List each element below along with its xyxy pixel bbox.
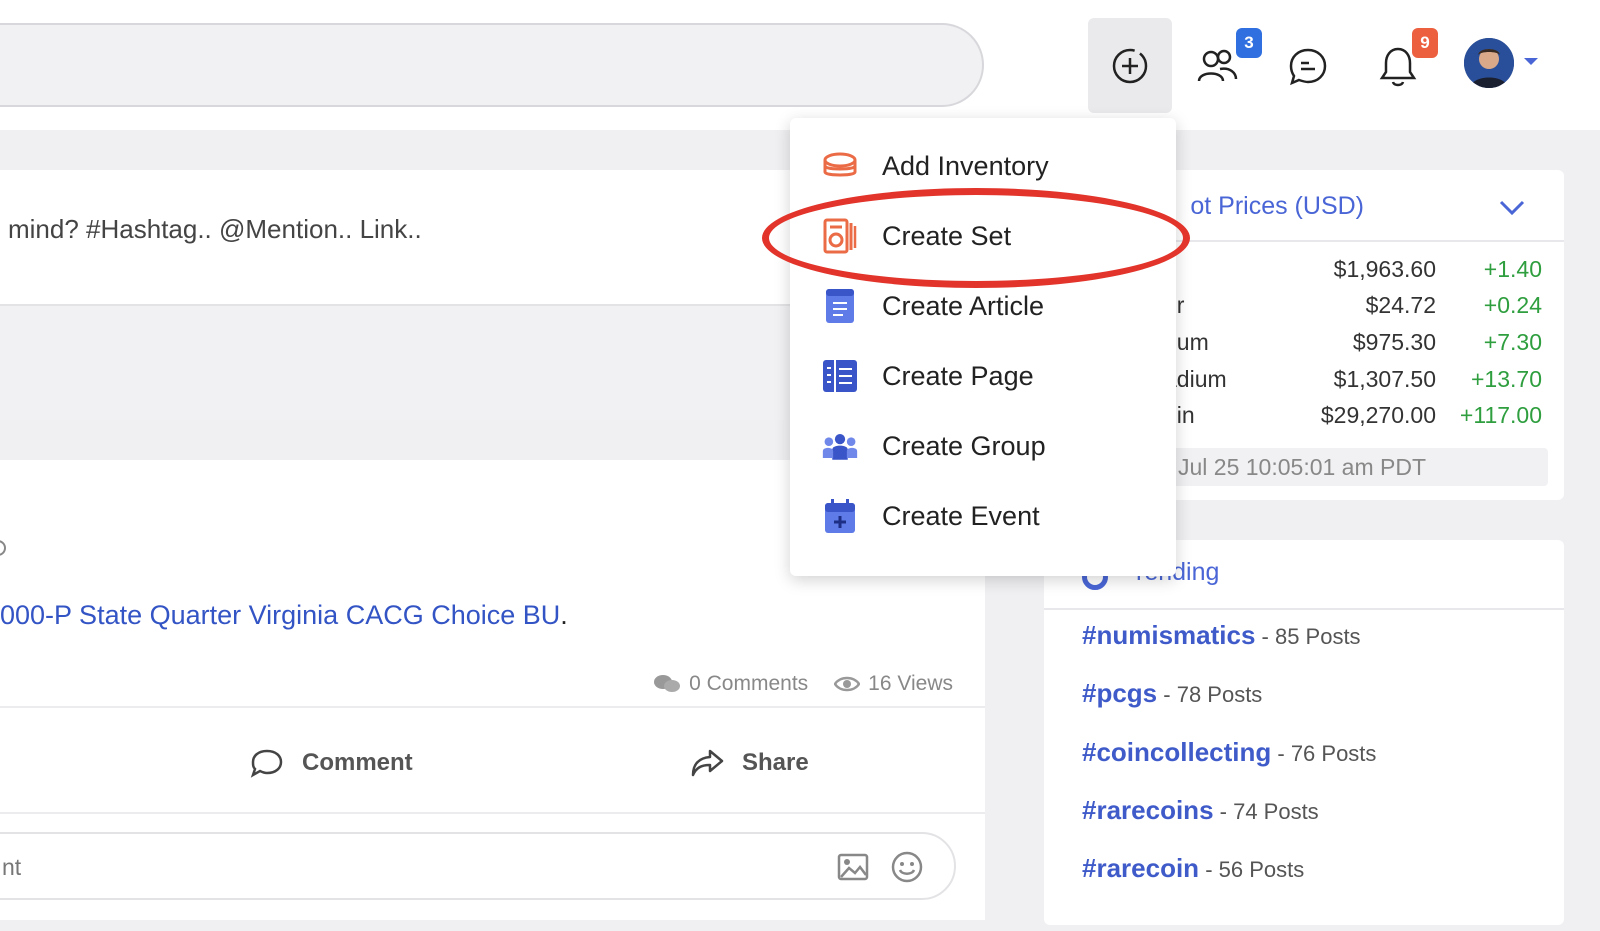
comments-count[interactable]: 0 Comments xyxy=(653,672,808,696)
calendar-plus-icon xyxy=(822,498,858,534)
divider xyxy=(0,812,985,814)
menu-item-create-group[interactable]: Create Group xyxy=(790,416,1176,476)
menu-item-label: Create Article xyxy=(882,290,1045,321)
page-icon xyxy=(822,358,858,394)
comment-input[interactable]: nt xyxy=(0,832,956,900)
menu-item-label: Create Group xyxy=(882,430,1046,461)
menu-item-label: Create Event xyxy=(882,500,1040,531)
comment-input-placeholder: nt xyxy=(2,854,22,880)
globe-icon xyxy=(0,540,6,556)
avatar[interactable] xyxy=(1464,38,1514,88)
set-icon xyxy=(822,218,858,254)
metal-price: $1,963.60 xyxy=(1333,256,1436,282)
hashtag-link[interactable]: #numismatics xyxy=(1082,620,1255,650)
metal-change: +1.40 xyxy=(1483,256,1542,282)
hashtag-link[interactable]: #rarecoin xyxy=(1082,853,1199,883)
last-updated: Jul 25 10:05:01 am PDT xyxy=(1164,448,1548,486)
post-link-suffix: . xyxy=(560,600,568,630)
metal-change: +117.00 xyxy=(1459,402,1542,428)
metal-change: +13.70 xyxy=(1471,366,1542,392)
hashtag-link[interactable]: #coincollecting xyxy=(1082,737,1271,767)
post-link-line: 000-P State Quarter Virginia CACG Choice… xyxy=(0,600,568,631)
metal-price: $24.72 xyxy=(1365,292,1436,318)
trending-item: #rarecoin - 56 Posts xyxy=(1082,853,1304,884)
divider xyxy=(1044,608,1564,610)
search-input[interactable] xyxy=(0,23,984,107)
trending-item: #numismatics - 85 Posts xyxy=(1082,620,1361,651)
metal-price: $1,307.50 xyxy=(1333,366,1436,392)
metal-change: +7.30 xyxy=(1483,329,1542,355)
emoji-icon[interactable] xyxy=(890,850,924,884)
hashtag-link[interactable]: #pcgs xyxy=(1082,678,1157,708)
menu-item-create-event[interactable]: Create Event xyxy=(790,486,1176,546)
article-icon xyxy=(822,288,858,324)
comments-count-text: 0 Comments xyxy=(689,672,809,695)
chevron-down-icon[interactable] xyxy=(1524,58,1538,65)
chat-icon xyxy=(1289,48,1327,86)
create-button[interactable] xyxy=(1088,18,1172,113)
comments-icon xyxy=(654,675,681,692)
chevron-down-icon[interactable] xyxy=(1498,198,1526,218)
messages-button[interactable] xyxy=(1286,46,1330,88)
comment-icon xyxy=(250,749,283,778)
hashtag-count: - 56 Posts xyxy=(1199,857,1305,882)
user-avatar-icon xyxy=(1464,38,1514,88)
menu-item-label: Add Inventory xyxy=(882,150,1049,181)
metal-price: $975.30 xyxy=(1352,329,1436,355)
views-count: 16 Views xyxy=(834,672,953,696)
post-stats: 0 Comments 16 Views xyxy=(653,672,953,696)
share-button-label: Share xyxy=(742,749,809,776)
notifications-badge: 9 xyxy=(1412,28,1438,58)
trending-item: #rarecoins - 74 Posts xyxy=(1082,795,1319,826)
users-icon xyxy=(1197,49,1238,82)
post-link[interactable]: 000-P State Quarter Virginia CACG Choice… xyxy=(0,600,560,630)
image-icon[interactable] xyxy=(836,850,870,884)
menu-item-label: Create Set xyxy=(882,220,1012,251)
group-icon xyxy=(822,428,858,464)
coins-icon xyxy=(822,148,858,184)
hashtag-count: - 74 Posts xyxy=(1213,799,1319,824)
menu-item-create-page[interactable]: Create Page xyxy=(790,346,1176,406)
divider xyxy=(0,706,985,708)
friends-badge: 3 xyxy=(1236,28,1262,58)
create-dropdown-menu: Add Inventory Create Set Create Article xyxy=(790,118,1176,576)
hashtag-count: - 85 Posts xyxy=(1255,624,1361,649)
metal-change: +0.24 xyxy=(1483,292,1542,318)
hashtag-link[interactable]: #rarecoins xyxy=(1082,795,1214,825)
composer-input[interactable]: mind? #Hashtag.. @Mention.. Link.. xyxy=(8,214,422,245)
comment-button[interactable]: Comment xyxy=(250,748,413,778)
top-bar: 3 9 xyxy=(0,0,1600,130)
menu-item-label: Create Page xyxy=(882,360,1034,391)
friends-button[interactable] xyxy=(1196,46,1240,86)
share-icon xyxy=(691,749,724,777)
comment-button-label: Comment xyxy=(302,749,413,776)
menu-item-add-inventory[interactable]: Add Inventory xyxy=(790,136,1176,196)
views-count-text: 16 Views xyxy=(868,672,953,695)
metal-price: $29,270.00 xyxy=(1320,402,1436,428)
menu-item-create-set[interactable]: Create Set xyxy=(790,206,1176,266)
hashtag-count: - 78 Posts xyxy=(1157,682,1263,707)
plus-circle-icon xyxy=(1112,48,1148,83)
trending-widget: rending #numismatics - 85 Posts #pcgs - … xyxy=(1044,540,1564,925)
share-button[interactable]: Share xyxy=(690,748,809,778)
trending-item: #coincollecting - 76 Posts xyxy=(1082,737,1376,768)
menu-item-create-article[interactable]: Create Article xyxy=(790,276,1176,336)
hashtag-count: - 76 Posts xyxy=(1271,741,1377,766)
trending-item: #pcgs - 78 Posts xyxy=(1082,678,1262,709)
eye-icon xyxy=(834,676,861,692)
